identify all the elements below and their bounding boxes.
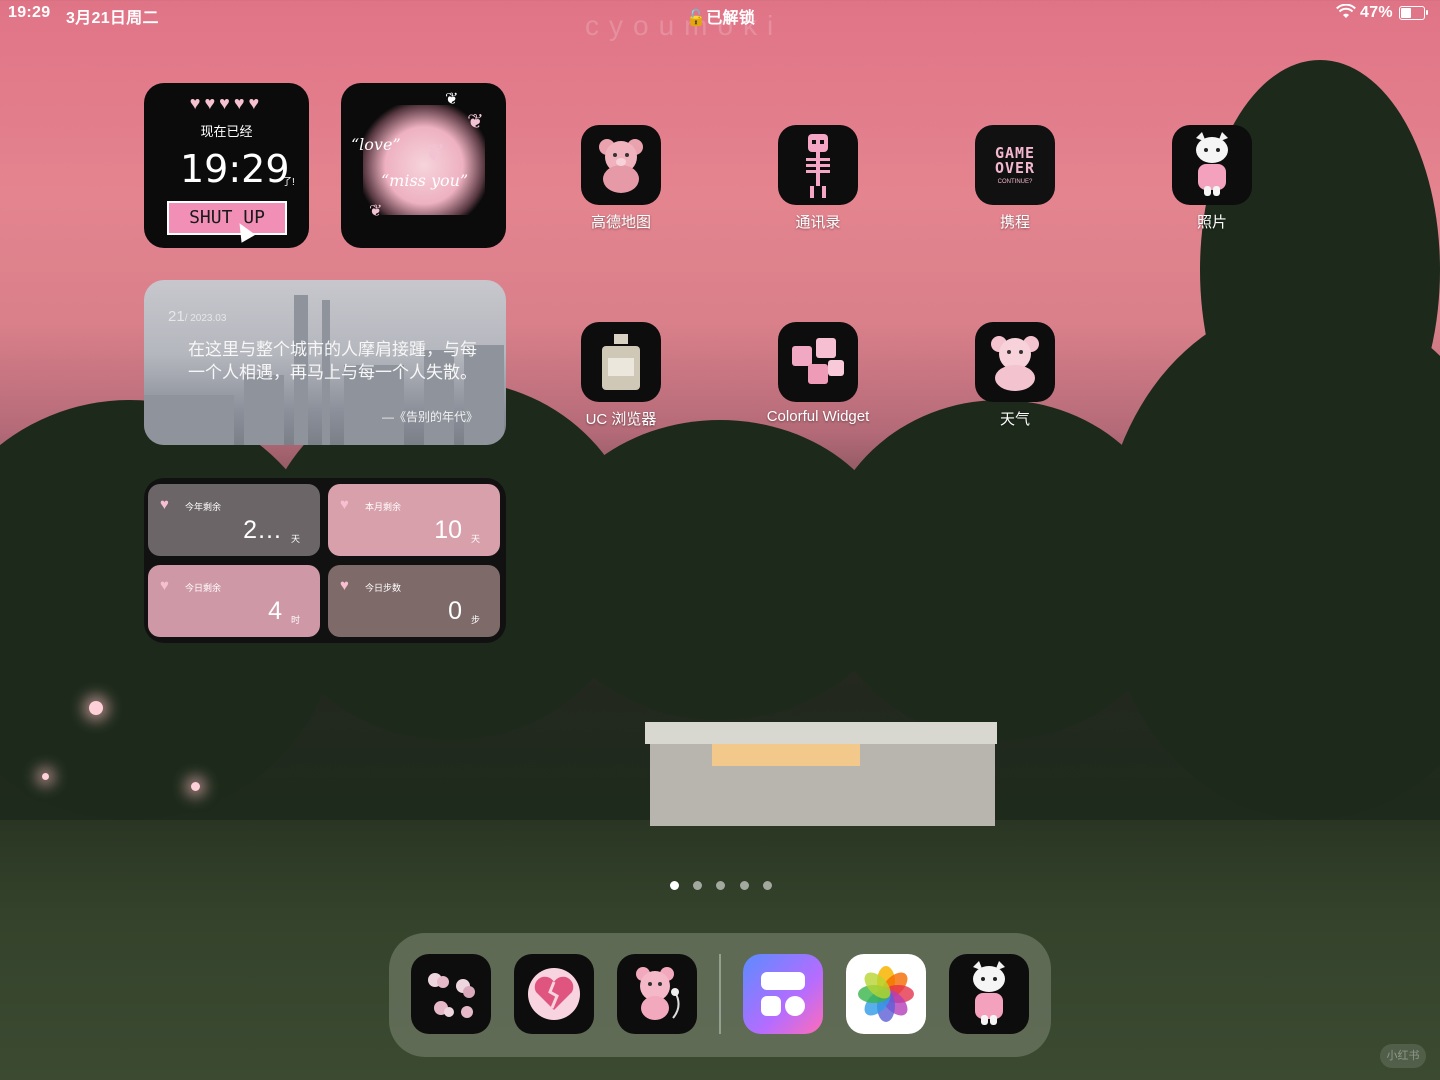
countdown-value: 4: [268, 597, 282, 625]
love-widget[interactable]: “love” “miss you” ❦ ❦ ❦ ❦: [341, 83, 506, 248]
quote-text: 在这里与整个城市的人摩肩接踵，与每一个人相遇，再马上与每一个人失散。: [188, 340, 477, 382]
countdown-unit: 步: [470, 615, 480, 625]
battery-percent: 47%: [1360, 4, 1393, 21]
app-label: 通讯录: [795, 214, 841, 231]
photos-flower-icon[interactable]: [846, 954, 926, 1034]
kitty-plush-icon: [1172, 125, 1252, 205]
app-label: 天气: [999, 411, 1030, 428]
lamp-light: [191, 782, 200, 791]
countdown-label: 今日步数: [365, 583, 402, 593]
app-photos[interactable]: 照片: [1157, 125, 1267, 232]
quote-day: 21: [168, 308, 185, 325]
shut-up-button[interactable]: SHUT UP: [167, 201, 287, 235]
clock-subtitle: 现在已经: [200, 124, 253, 139]
page-dot[interactable]: [763, 881, 772, 890]
quote-widget[interactable]: 21/ 2023.03 在这里与整个城市的人摩肩接踵，与每一个人相遇，再马上与每…: [144, 280, 506, 445]
app-ctrip[interactable]: GAME OVER CONTINUE? 携程: [960, 125, 1070, 232]
miss-you-text: “miss you”: [381, 171, 469, 190]
quote-date: 21/ 2023.03: [168, 308, 226, 325]
pavilion-roof: [645, 722, 997, 744]
game-over-text: GAME OVER: [994, 143, 1036, 177]
countdown-month[interactable]: ♥ 本月剩余 10 天: [328, 484, 500, 556]
pink-bear-icon: [581, 125, 661, 205]
wifi-icon: [1336, 3, 1356, 25]
butterfly-icon: ❦: [445, 91, 459, 108]
page-dot-active[interactable]: [670, 881, 679, 890]
page-dot[interactable]: [740, 881, 749, 890]
heart-icon: ♥: [160, 496, 169, 513]
app-weather[interactable]: 天气: [960, 322, 1070, 429]
app-label: UC 浏览器: [585, 411, 657, 428]
countdown-label: 今日剩余: [185, 583, 222, 593]
corner-watermark: 小红书: [1380, 1044, 1426, 1068]
app-colorful-widget[interactable]: Colorful Widget: [763, 322, 873, 425]
status-date: 3月21日周二: [66, 10, 159, 27]
pavilion-light: [712, 744, 860, 766]
city-building: [244, 375, 284, 445]
countdown-unit: 天: [290, 534, 300, 544]
app-label: Colorful Widget: [766, 408, 870, 425]
clock-widget[interactable]: ♥♥♥♥♥ 现在已经 19:29 了! SHUT UP: [144, 83, 309, 248]
countdown-value: 2…: [243, 516, 282, 544]
butterfly-icon: ❦: [425, 140, 446, 167]
app-label: 携程: [999, 214, 1030, 231]
butterfly-icon: ❦: [467, 111, 484, 133]
heart-icon: ♥: [160, 577, 169, 594]
heart-icon: ♥: [340, 496, 349, 513]
kitty-plush-icon[interactable]: [949, 954, 1029, 1034]
countdown-label: 本月剩余: [365, 502, 402, 512]
perfume-icon: [581, 322, 661, 402]
lock-status: 🔓已解锁: [686, 4, 755, 28]
widget-layout-icon[interactable]: [743, 954, 823, 1034]
game-over-icon: GAME OVER CONTINUE?: [975, 125, 1055, 205]
hearts-row: ♥♥♥♥♥: [189, 93, 264, 113]
app-contacts[interactable]: 通讯录: [763, 125, 873, 232]
battery-icon: [1399, 6, 1425, 20]
app-amap[interactable]: 高德地图: [566, 125, 676, 232]
broken-heart-icon[interactable]: [514, 954, 594, 1034]
page-dot[interactable]: [693, 881, 702, 890]
dock: [389, 933, 1051, 1057]
app-uc-browser[interactable]: UC 浏览器: [566, 322, 676, 429]
lamp-light: [42, 773, 49, 780]
status-time: 19:29: [8, 4, 51, 21]
bear-headphones-icon[interactable]: [617, 954, 697, 1034]
countdown-day[interactable]: ♥ 今日剩余 4 时: [148, 565, 320, 637]
butterfly-icon: ❦: [369, 203, 383, 220]
teddy-icon: [975, 322, 1055, 402]
countdown-value: 10: [434, 516, 462, 544]
continue-text: CONTINUE?: [997, 178, 1033, 185]
countdown-label: 今年剩余: [185, 502, 222, 512]
app-label: 高德地图: [590, 214, 651, 231]
clock-suffix: 了!: [282, 177, 295, 188]
pink-skeleton-icon: [778, 125, 858, 205]
countdown-unit: 时: [290, 615, 300, 625]
battery-level: [1401, 8, 1411, 18]
clock-time: 19:29: [180, 147, 290, 191]
lamp-light: [89, 701, 103, 715]
butterflies-icon[interactable]: [411, 954, 491, 1034]
lock-label: 已解锁: [706, 10, 756, 27]
love-text: “love”: [351, 135, 401, 154]
city-building: [144, 395, 234, 445]
countdown-value: 0: [448, 597, 462, 625]
step-count[interactable]: ♥ 今日步数 0 步: [328, 565, 500, 637]
quote-source: —《告别的年代》: [381, 410, 478, 424]
dock-separator: [719, 954, 721, 1034]
countdown-unit: 天: [470, 534, 480, 544]
battery-cap: [1426, 10, 1428, 15]
app-label: 照片: [1196, 214, 1227, 231]
countdown-year[interactable]: ♥ 今年剩余 2… 天: [148, 484, 320, 556]
quote-month-year: / 2023.03: [184, 313, 227, 324]
pink-cubes-icon: [778, 322, 858, 402]
unlock-icon: 🔓: [686, 10, 707, 27]
heart-icon: ♥: [340, 577, 349, 594]
page-dot[interactable]: [716, 881, 725, 890]
countdown-widget[interactable]: ♥ 今年剩余 2… 天 ♥ 本月剩余 10 天 ♥ 今日剩余 4 时 ♥ 今日步…: [144, 478, 506, 643]
